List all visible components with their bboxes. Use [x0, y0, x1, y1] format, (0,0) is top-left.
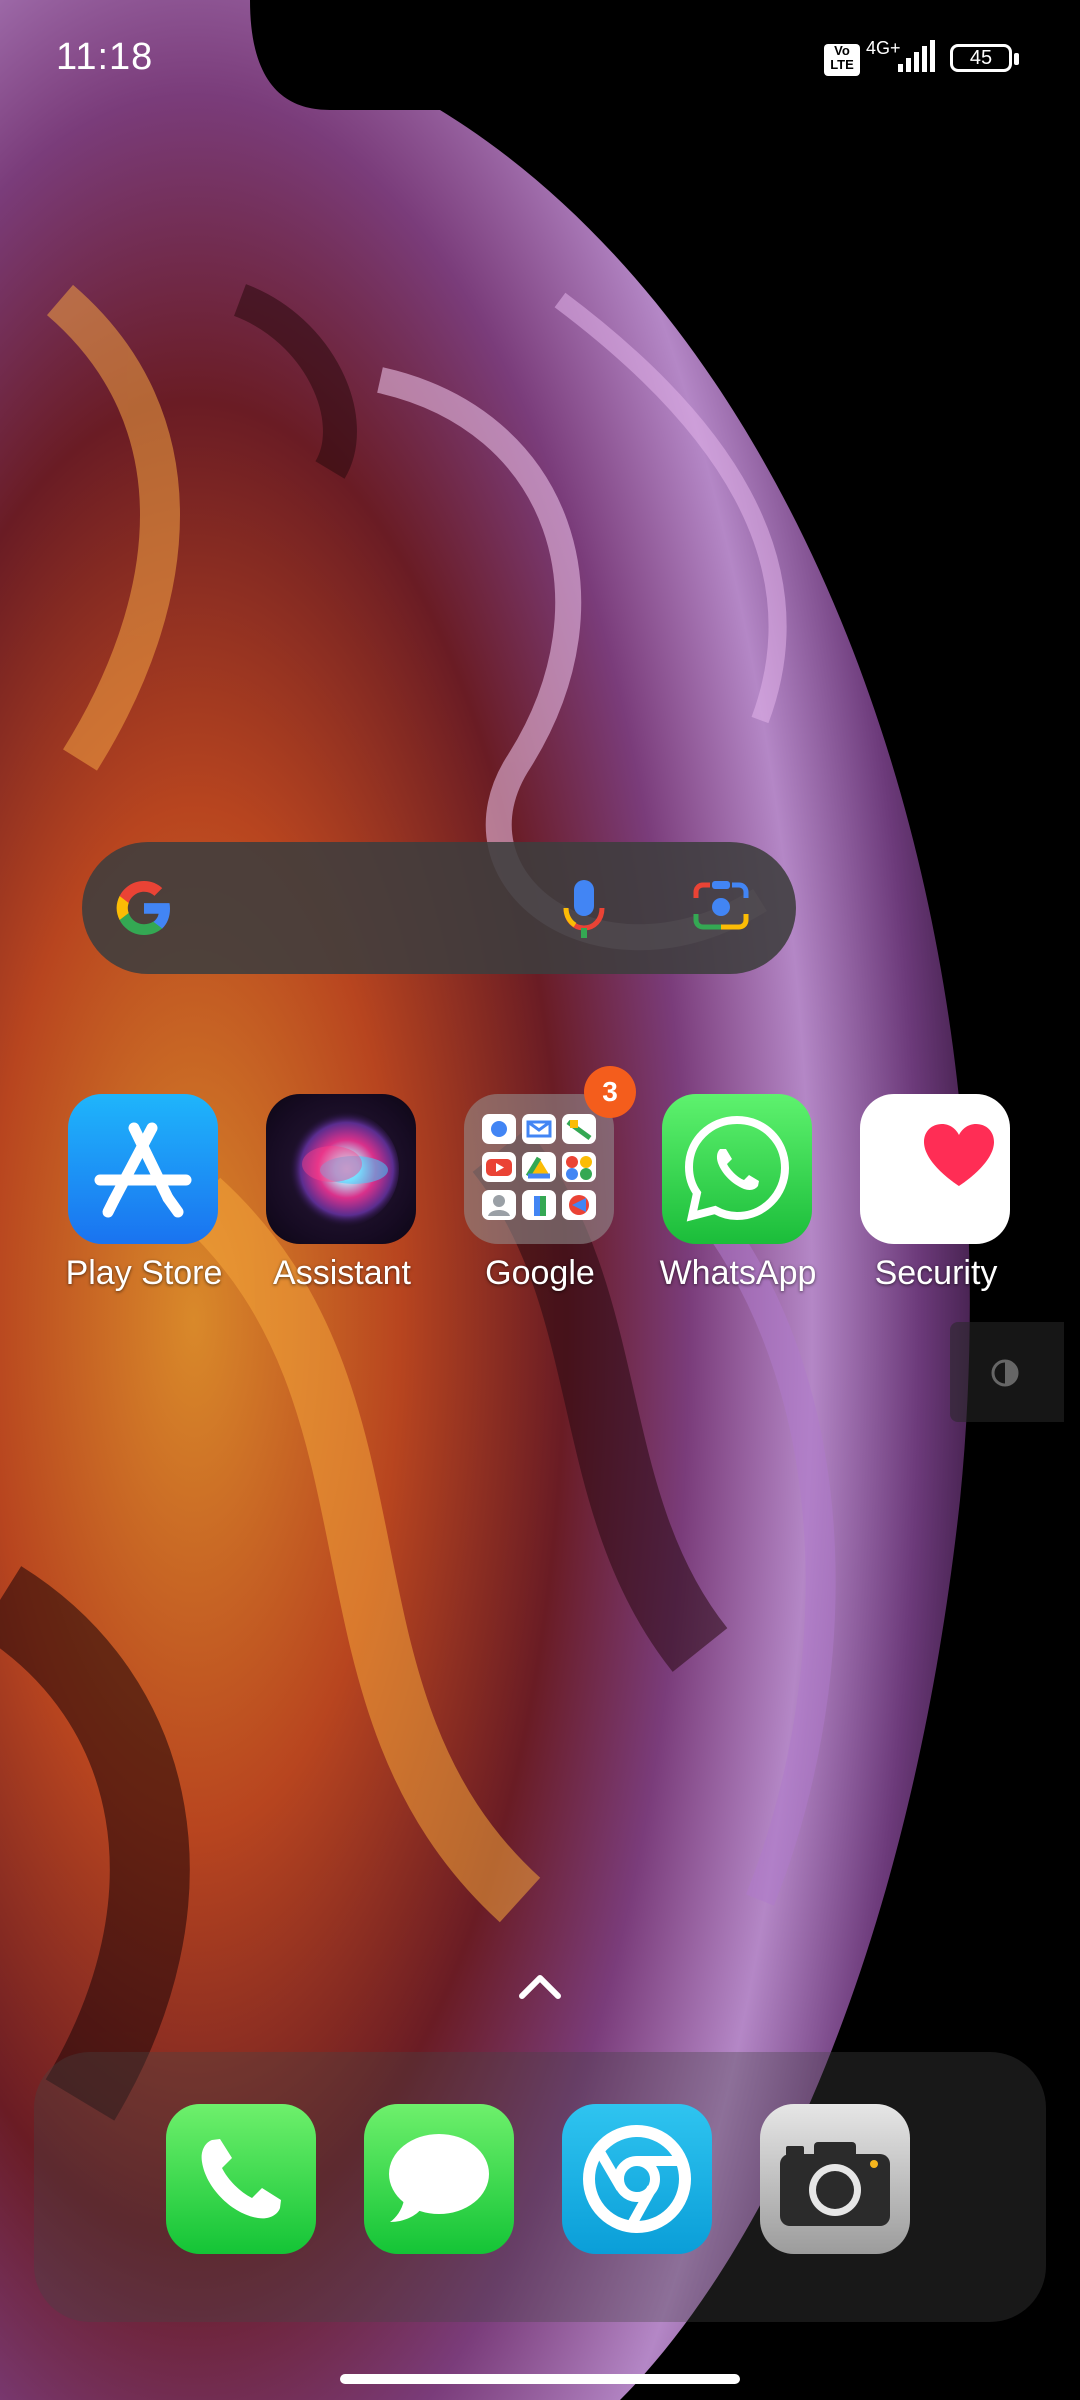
- google-search-bar[interactable]: [82, 842, 796, 974]
- google-lens-icon[interactable]: [692, 880, 750, 932]
- browser-icon[interactable]: [562, 2104, 712, 2254]
- status-bar: 11:18 Vo LTE 4G+ 45: [0, 0, 1080, 120]
- phone-icon[interactable]: [166, 2104, 316, 2254]
- whatsapp-icon[interactable]: [662, 1094, 812, 1244]
- clock: 11:18: [56, 36, 154, 78]
- camera-icon[interactable]: [760, 2104, 910, 2254]
- messages-icon[interactable]: [364, 2104, 514, 2254]
- signal-strength-icon: [898, 40, 935, 72]
- microphone-icon[interactable]: [562, 878, 606, 940]
- health-heart-icon[interactable]: [860, 1094, 1010, 1244]
- app-store-icon[interactable]: [68, 1094, 218, 1244]
- edge-floating-toggle[interactable]: [950, 1322, 1064, 1422]
- notification-badge: 3: [584, 1066, 636, 1118]
- chevron-up-icon[interactable]: [516, 1968, 564, 2004]
- google-folder-icon[interactable]: [464, 1094, 614, 1244]
- battery-indicator: 45: [950, 44, 1012, 72]
- home-screen: 11:18 Vo LTE 4G+ 45 Play Store Assistant…: [0, 0, 1080, 2400]
- volte-indicator: Vo LTE: [824, 44, 860, 76]
- siri-assistant-icon[interactable]: [266, 1094, 416, 1244]
- home-indicator[interactable]: [340, 2374, 740, 2384]
- battery-tip: [1014, 53, 1019, 65]
- app-label: Security: [874, 1254, 998, 1292]
- google-g-icon[interactable]: [112, 876, 176, 940]
- contrast-icon[interactable]: [990, 1358, 1020, 1388]
